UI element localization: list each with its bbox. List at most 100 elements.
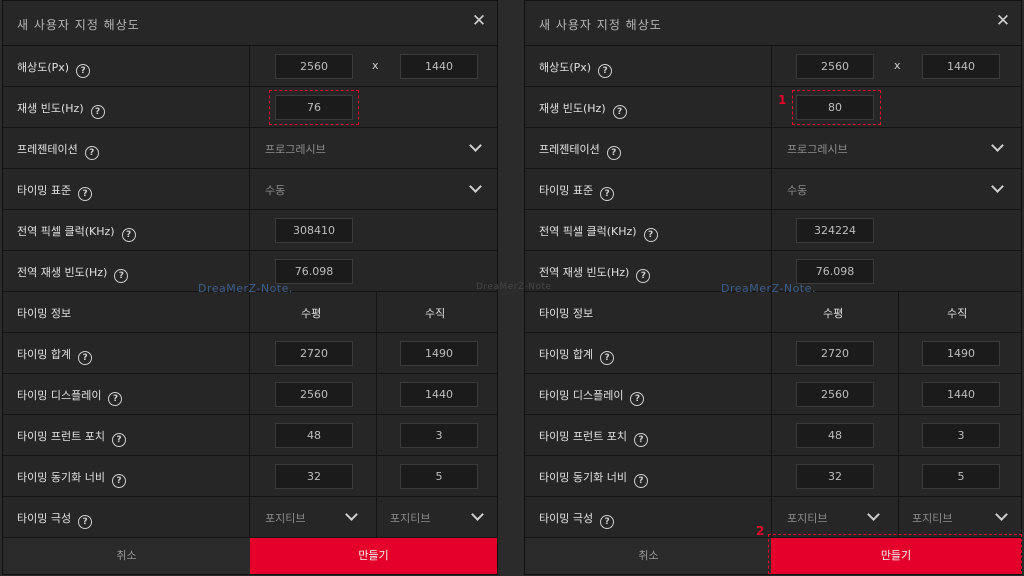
dialog-footer: 취소 만들기 — [3, 538, 497, 576]
timing-display-label: 타이밍 디스플레이? — [539, 387, 645, 406]
dialog-title: 새 사용자 지정 해상도 — [539, 18, 662, 32]
chevron-down-icon[interactable] — [991, 180, 1004, 193]
pixel-clock-label: 전역 픽셀 클럭(KHz)? — [17, 223, 136, 242]
timing-standard-dropdown[interactable]: 수동 — [787, 182, 807, 198]
row-pixel-clock: 전역 픽셀 클럭(KHz)? 308410 — [3, 210, 497, 251]
highlight-box — [792, 90, 881, 125]
resolution-separator: x — [894, 59, 901, 72]
help-icon[interactable]: ? — [111, 474, 126, 488]
cancel-button[interactable]: 취소 — [3, 538, 250, 574]
row-timing-total: 타이밍 합계? 2720 1490 — [525, 333, 1021, 374]
timing-standard-label: 타이밍 표준? — [17, 182, 93, 201]
close-icon[interactable]: ✕ — [471, 13, 487, 30]
annotation-badge-2: 2 — [756, 524, 765, 538]
timing-info-label: 타이밍 정보 — [539, 307, 594, 320]
dialog-titlebar: 새 사용자 지정 해상도 ✕ — [525, 1, 1021, 46]
front-porch-v-input[interactable]: 3 — [400, 423, 478, 448]
row-resolution: 해상도(Px)? 2560 x 1440 — [525, 46, 1021, 87]
row-presentation: 프레젠테이션? 프로그레시브 — [525, 128, 1021, 169]
timing-standard-dropdown[interactable]: 수동 — [265, 182, 285, 198]
front-porch-h-input[interactable]: 48 — [796, 423, 874, 448]
help-icon[interactable]: ? — [78, 187, 93, 201]
timing-standard-label: 타이밍 표준? — [539, 182, 615, 201]
resolution-height-input[interactable]: 1440 — [922, 54, 1000, 79]
help-icon[interactable]: ? — [84, 146, 99, 160]
pixel-clock-input[interactable]: 324224 — [796, 218, 874, 243]
timing-display-v-input[interactable]: 1440 — [922, 382, 1000, 407]
presentation-dropdown[interactable]: 프로그레시브 — [787, 141, 848, 157]
resolution-width-input[interactable]: 2560 — [275, 54, 353, 79]
polarity-h-dropdown[interactable]: 포지티브 — [265, 510, 305, 526]
help-icon[interactable]: ? — [111, 433, 126, 447]
create-button[interactable]: 만들기 — [250, 538, 497, 574]
polarity-v-dropdown[interactable]: 포지티브 — [390, 510, 430, 526]
row-pixel-clock: 전역 픽셀 클럭(KHz)? 324224 — [525, 210, 1021, 251]
timing-display-label: 타이밍 디스플레이? — [17, 387, 123, 406]
sync-width-v-input[interactable]: 5 — [922, 464, 1000, 489]
timing-total-label: 타이밍 합계? — [539, 346, 615, 365]
row-polarity: 타이밍 극성? 포지티브 포지티브 — [525, 497, 1021, 538]
presentation-dropdown[interactable]: 프로그레시브 — [265, 141, 326, 157]
polarity-v-dropdown[interactable]: 포지티브 — [912, 510, 952, 526]
timing-display-h-input[interactable]: 2560 — [275, 382, 353, 407]
horizontal-header: 수평 — [823, 307, 844, 320]
row-presentation: 프레젠테이션? 프로그레시브 — [3, 128, 497, 169]
row-timing-display: 타이밍 디스플레이? 2560 1440 — [525, 374, 1021, 415]
pixel-clock-input[interactable]: 308410 — [275, 218, 353, 243]
help-icon[interactable]: ? — [636, 269, 651, 283]
help-icon[interactable]: ? — [78, 515, 93, 529]
help-icon[interactable]: ? — [90, 105, 105, 119]
timing-display-h-input[interactable]: 2560 — [796, 382, 874, 407]
help-icon[interactable]: ? — [633, 433, 648, 447]
chevron-down-icon[interactable] — [867, 508, 880, 521]
global-refresh-input[interactable]: 76.098 — [796, 259, 874, 284]
help-icon[interactable]: ? — [612, 105, 627, 119]
help-icon[interactable]: ? — [600, 351, 615, 365]
help-icon[interactable]: ? — [114, 269, 129, 283]
help-icon[interactable]: ? — [600, 187, 615, 201]
front-porch-v-input[interactable]: 3 — [922, 423, 1000, 448]
help-icon[interactable]: ? — [108, 392, 123, 406]
row-front-porch: 타이밍 프런트 포치? 48 3 — [525, 415, 1021, 456]
row-sync-width: 타이밍 동기화 너비? 32 5 — [525, 456, 1021, 497]
front-porch-label: 타이밍 프런트 포치? — [539, 428, 648, 447]
sync-width-h-input[interactable]: 32 — [796, 464, 874, 489]
chevron-down-icon[interactable] — [345, 508, 358, 521]
help-icon[interactable]: ? — [633, 474, 648, 488]
row-timing-info: 타이밍 정보 수평 수직 — [3, 292, 497, 333]
resolution-height-input[interactable]: 1440 — [400, 54, 478, 79]
dialog-titlebar: 새 사용자 지정 해상도 ✕ — [3, 1, 497, 46]
sync-width-h-input[interactable]: 32 — [275, 464, 353, 489]
global-refresh-input[interactable]: 76.098 — [275, 259, 353, 284]
row-timing-standard: 타이밍 표준? 수동 — [525, 169, 1021, 210]
timing-total-h-input[interactable]: 2720 — [275, 341, 353, 366]
chevron-down-icon[interactable] — [469, 139, 482, 152]
pixel-clock-label: 전역 픽셀 클럭(KHz)? — [539, 223, 658, 242]
help-icon[interactable]: ? — [121, 228, 136, 242]
chevron-down-icon[interactable] — [471, 508, 484, 521]
watermark-text: DreaMerZ-Note. — [198, 282, 293, 295]
chevron-down-icon[interactable] — [469, 180, 482, 193]
timing-total-label: 타이밍 합계? — [17, 346, 93, 365]
chevron-down-icon[interactable] — [995, 508, 1008, 521]
help-icon[interactable]: ? — [606, 146, 621, 160]
help-icon[interactable]: ? — [78, 351, 93, 365]
help-icon[interactable]: ? — [76, 64, 91, 78]
resolution-width-input[interactable]: 2560 — [796, 54, 874, 79]
polarity-label: 타이밍 극성? — [539, 510, 615, 529]
dialog-title: 새 사용자 지정 해상도 — [17, 18, 140, 32]
timing-display-v-input[interactable]: 1440 — [400, 382, 478, 407]
help-icon[interactable]: ? — [643, 228, 658, 242]
timing-total-v-input[interactable]: 1490 — [922, 341, 1000, 366]
polarity-h-dropdown[interactable]: 포지티브 — [787, 510, 827, 526]
timing-total-v-input[interactable]: 1490 — [400, 341, 478, 366]
close-icon[interactable]: ✕ — [995, 13, 1011, 30]
chevron-down-icon[interactable] — [991, 139, 1004, 152]
help-icon[interactable]: ? — [630, 392, 645, 406]
timing-total-h-input[interactable]: 2720 — [796, 341, 874, 366]
help-icon[interactable]: ? — [598, 64, 613, 78]
sync-width-v-input[interactable]: 5 — [400, 464, 478, 489]
front-porch-h-input[interactable]: 48 — [275, 423, 353, 448]
cancel-button[interactable]: 취소 — [525, 538, 772, 574]
help-icon[interactable]: ? — [600, 515, 615, 529]
